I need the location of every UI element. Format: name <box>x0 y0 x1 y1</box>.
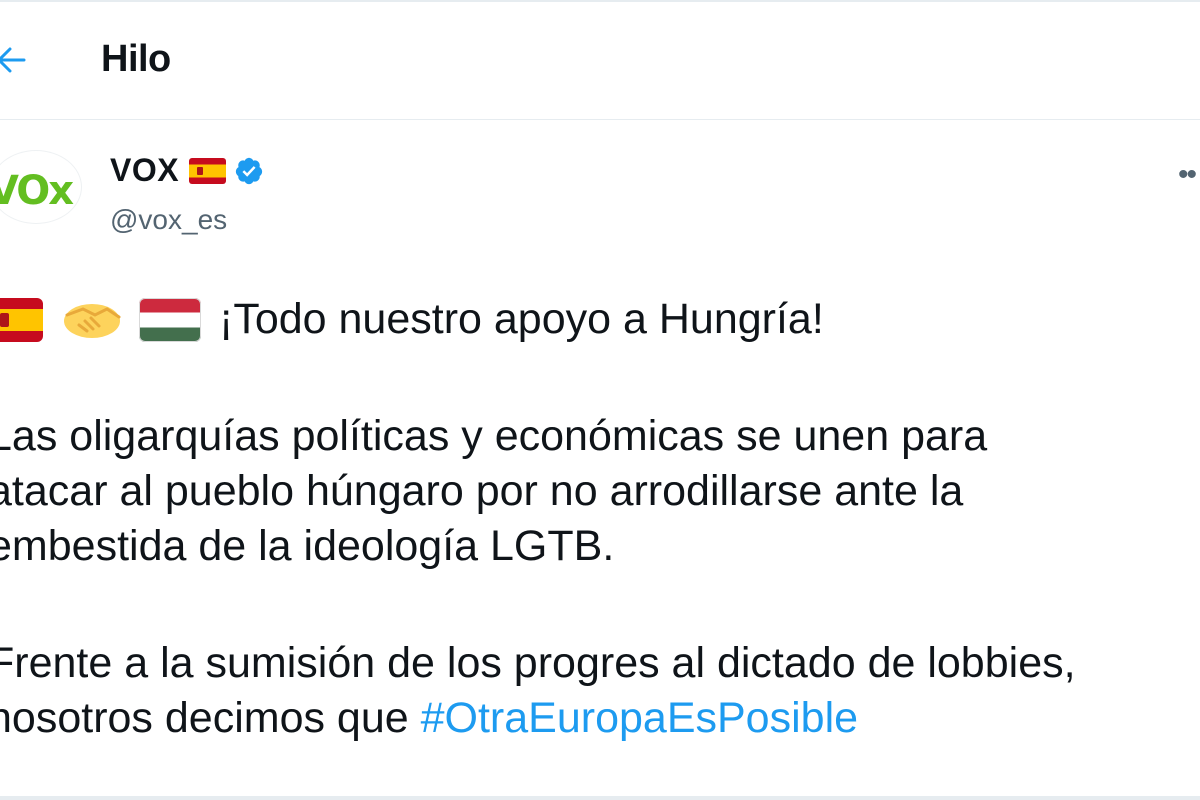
hungary-flag-emoji <box>139 297 201 342</box>
hashtag-link[interactable]: #OtraEuropaEsPosible <box>421 694 858 742</box>
back-button[interactable] <box>0 40 34 80</box>
author-handle[interactable]: @vox_es <box>110 204 227 236</box>
author-name-row[interactable]: VOX <box>110 152 264 189</box>
tweet-line-4: embestida de la ideología LGTB. <box>0 522 615 570</box>
bottom-border <box>0 796 1200 800</box>
tweet-line-3: atacar al pueblo húngaro por no arrodill… <box>0 467 964 515</box>
avatar[interactable]: VOx <box>0 150 82 224</box>
vox-logo: VOx <box>0 168 74 214</box>
page-title: Hilo <box>101 38 171 80</box>
more-options-icon: •• <box>1178 158 1197 191</box>
author-display-name: VOX <box>110 152 180 188</box>
tweet-line-5: Frente a la sumisión de los progres al d… <box>0 639 1076 687</box>
verified-badge-icon <box>235 157 263 184</box>
spain-flag-emoji <box>0 297 43 342</box>
tweet-line-6-text: nosotros decimos que <box>0 694 421 742</box>
thread-page: Hilo VOx VOX @vox_es •• ¡Todo nuestro ap… <box>0 0 1200 800</box>
more-options-button[interactable]: •• <box>1178 158 1197 192</box>
tweet-line-2: Las oligarquías políticas y económicas s… <box>0 412 988 460</box>
thread-header: Hilo <box>0 0 1200 120</box>
tweet-text: ¡Todo nuestro apoyo a Hungría! Las oliga… <box>0 292 1200 746</box>
tweet-line-1: ¡Todo nuestro apoyo a Hungría! <box>219 295 824 343</box>
arrow-left-icon <box>0 47 26 73</box>
spain-flag-icon <box>189 157 227 184</box>
handshake-emoji <box>64 303 121 338</box>
tweet-line-6: nosotros decimos que #OtraEuropaEsPosibl… <box>0 691 1200 746</box>
tweet-first-line: ¡Todo nuestro apoyo a Hungría! <box>0 292 1200 347</box>
